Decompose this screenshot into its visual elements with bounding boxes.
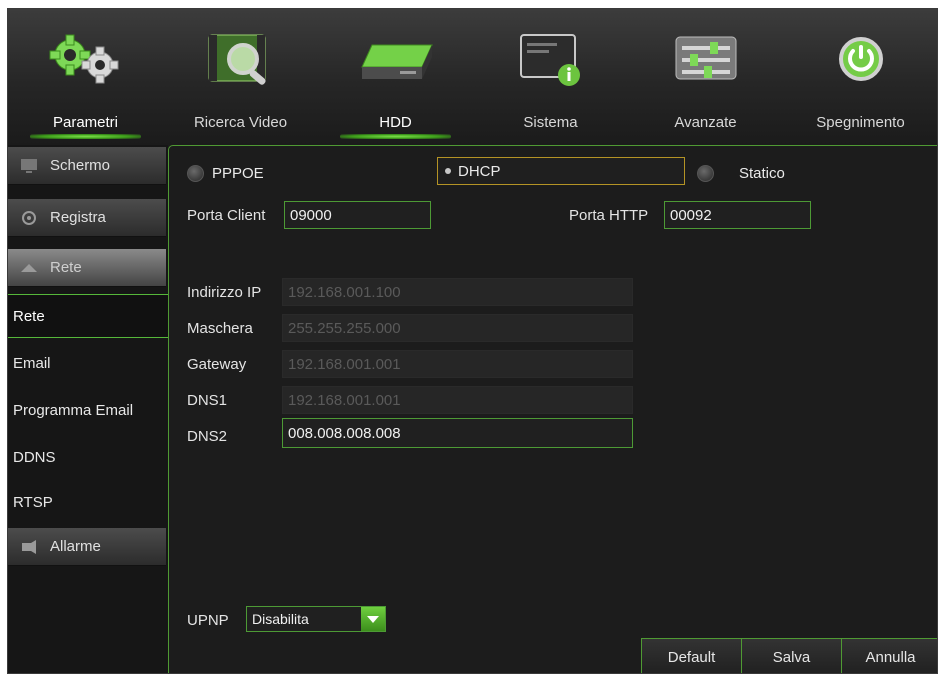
gateway-label: Gateway [187,356,247,373]
http-port-label: Porta HTTP [569,207,649,224]
sidebar-subitem-email[interactable]: Email [8,341,168,385]
ip-input[interactable]: 192.168.001.100 [282,278,633,306]
network-icon [21,263,37,272]
nav-item-parametri[interactable]: Parametri [8,9,163,145]
nav-item-avanzate[interactable]: Avanzate [628,9,783,145]
dns1-input[interactable]: 192.168.001.001 [282,386,633,414]
save-button[interactable]: Salva [741,638,841,673]
active-glow [340,134,451,139]
sidebar-label: Schermo [50,157,111,174]
dvr-settings-window: Parametri Ricerca Video HDD Sistema Avan… [7,8,938,674]
ip-label: Indirizzo IP [187,284,262,301]
sidebar-label: Rete [50,259,82,276]
system-info-icon [519,34,580,86]
video-search-icon [208,34,266,85]
sliders-icon [675,36,736,80]
cancel-button[interactable]: Annulla [841,638,937,673]
sidebar-subitem-programma-email[interactable]: Programma Email [8,388,168,432]
record-icon [22,210,36,225]
client-port-label: Porta Client [187,207,266,224]
dns2-label: DNS2 [187,428,228,445]
nav-label-sistema: Sistema [523,114,578,131]
sidebar-label: Allarme [50,538,101,555]
network-settings-panel: PPPOE DHCP Statico Porta Client 09000 Po… [168,145,937,673]
power-icon [838,37,883,81]
radio-on-icon [445,168,451,174]
sidebar-item-allarme[interactable]: Allarme [8,528,166,566]
sidebar-item-schermo[interactable]: Schermo [8,147,166,185]
radio-label-dhcp: DHCP [458,162,501,180]
nav-item-hdd[interactable]: HDD [318,9,473,145]
sidebar-item-registra[interactable]: Registra [8,199,166,237]
monitor-icon [21,158,37,173]
nav-label-spegnimento: Spegnimento [816,114,905,131]
radio-label-pppoe: PPPOE [212,164,264,182]
default-button[interactable]: Default [641,638,741,673]
client-port-input[interactable]: 09000 [284,201,431,229]
dns2-input[interactable]: 008.008.008.008 [282,418,633,448]
upnp-value: Disabilita [252,611,309,627]
radio-statico[interactable]: Statico [697,159,785,187]
upnp-select[interactable]: Disabilita [246,606,386,632]
hdd-icon [360,44,433,79]
active-glow [30,134,141,139]
settings-sidebar: Schermo Registra Rete Rete Email Program… [8,145,168,673]
chevron-down-icon[interactable] [361,607,385,631]
nav-item-ricerca-video[interactable]: Ricerca Video [163,9,318,145]
sidebar-subitem-rete[interactable]: Rete [8,294,168,338]
sidebar-item-rete[interactable]: Rete [8,249,166,287]
sidebar-subitem-ddns[interactable]: DDNS [8,435,168,479]
nav-label-ricerca-video: Ricerca Video [193,114,288,131]
top-navigation: Parametri Ricerca Video HDD Sistema Avan… [8,9,937,145]
dns1-label: DNS1 [187,392,228,409]
http-port-input[interactable]: 00092 [664,201,811,229]
radio-off-icon [697,164,714,182]
radio-pppoe[interactable]: PPPOE [187,159,264,187]
gateway-input[interactable]: 192.168.001.001 [282,350,633,378]
gears-icon [49,34,118,84]
mask-input[interactable]: 255.255.255.000 [282,314,633,342]
nav-item-sistema[interactable]: Sistema [473,9,628,145]
mask-label: Maschera [187,320,253,337]
upnp-label: UPNP [187,612,229,629]
radio-label-statico: Statico [739,164,785,182]
nav-label-avanzate: Avanzate [674,114,737,131]
radio-dhcp[interactable]: DHCP [437,157,685,185]
nav-item-spegnimento[interactable]: Spegnimento [783,9,937,145]
alarm-icon [22,539,36,554]
sidebar-subitem-rtsp[interactable]: RTSP [8,480,168,524]
nav-label-parametri: Parametri [52,114,119,131]
nav-label-hdd: HDD [379,114,412,131]
sidebar-label: Registra [50,209,106,226]
radio-off-icon [187,164,204,182]
